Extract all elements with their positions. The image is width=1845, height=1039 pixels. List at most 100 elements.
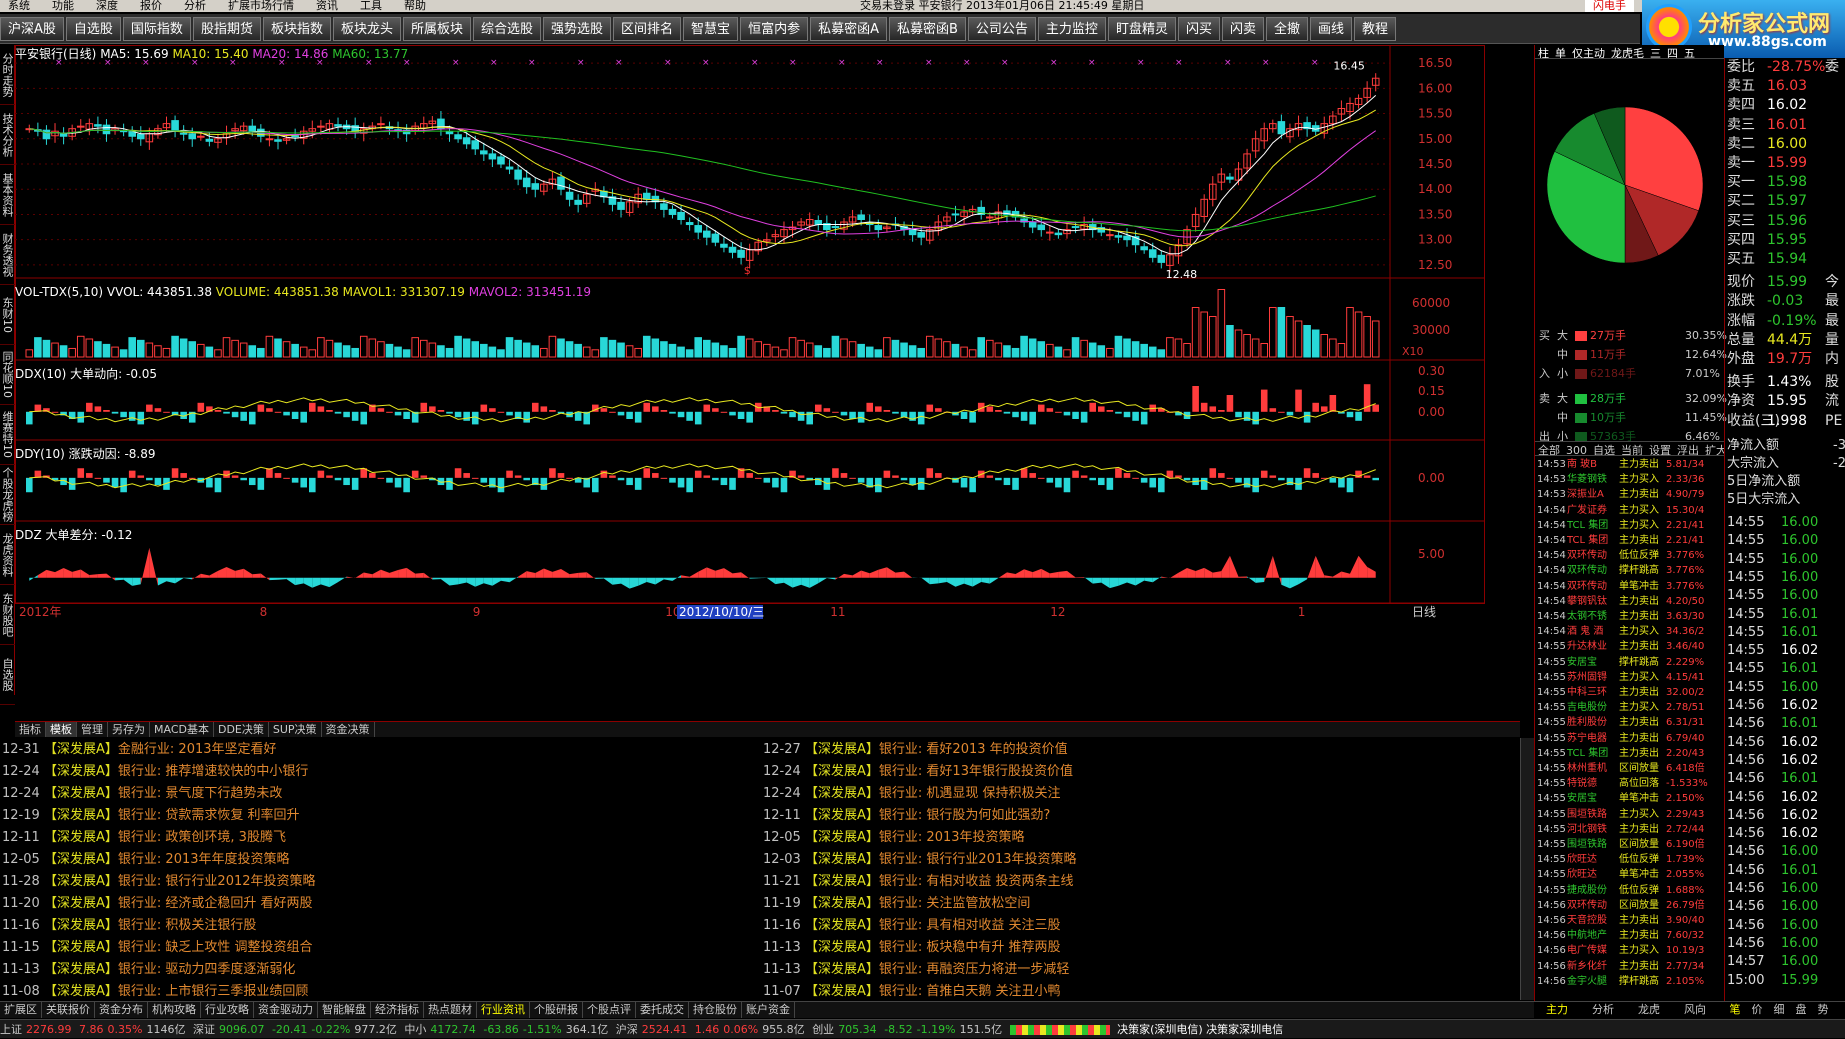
- deal-filter-tab[interactable]: 全部: [1538, 444, 1560, 456]
- flow-tab[interactable]: 龙虎毛: [1611, 47, 1644, 59]
- menu-item[interactable]: 功能: [52, 0, 74, 12]
- news-item[interactable]: 12-11【深发展A】银行业: 银行股为何如此强劲?: [763, 805, 1050, 827]
- news-item[interactable]: 12-31【深发展A】金融行业: 2013年坚定看好: [2, 739, 277, 761]
- deal-row[interactable]: 14:53深振业A主力卖出4.90/79: [1535, 487, 1725, 502]
- deal-stock[interactable]: 中科三环: [1567, 685, 1607, 700]
- left-tab[interactable]: 分时走势: [0, 45, 15, 105]
- menu-item[interactable]: 资讯: [316, 0, 338, 12]
- news-item[interactable]: 11-13【深发展A】银行业: 板块稳中有升 推荐两股: [763, 937, 1061, 959]
- indicator-tab[interactable]: DDE决策: [214, 722, 269, 737]
- news-headline[interactable]: 银行业: 银行股为何如此强劲?: [879, 808, 1050, 823]
- deal-row[interactable]: 14:56电广传媒主力买入10.19/3: [1535, 943, 1725, 958]
- bottom-tab[interactable]: 个股研报: [530, 1002, 583, 1018]
- news-headline[interactable]: 银行业: 看好13年银行股投资价值: [879, 764, 1073, 779]
- left-tab[interactable]: 东财股吧: [0, 585, 15, 645]
- deal-stock[interactable]: 胜利股份: [1567, 715, 1607, 730]
- toolbar-button[interactable]: 板块龙头: [333, 17, 401, 41]
- left-tab[interactable]: 同花顺10: [0, 345, 15, 405]
- indicator-tab[interactable]: 资金决策: [322, 722, 375, 737]
- flow-tab[interactable]: 柱: [1538, 47, 1549, 59]
- deal-row[interactable]: 14:56天音控股主力卖出3.90/40: [1535, 913, 1725, 928]
- news-headline[interactable]: 银行业: 贷款需求恢复 利率回升: [118, 808, 300, 823]
- left-tab[interactable]: 自选股: [0, 645, 15, 705]
- deal-row[interactable]: 14:56新乡化纤主力卖出2.77/34: [1535, 959, 1725, 974]
- deal-row[interactable]: 14:53南 玻B主力卖出5.81/34: [1535, 457, 1725, 472]
- indicator-tab[interactable]: MACD基本: [150, 722, 214, 737]
- news-headline[interactable]: 银行业: 景气度下行趋势未改: [118, 786, 283, 801]
- deal-row[interactable]: 14:55苏州固锝主力买入4.15/41: [1535, 670, 1725, 685]
- news-headline[interactable]: 银行业: 银行行业2013年投资策略: [879, 852, 1077, 867]
- toolbar-button[interactable]: 智慧宝: [683, 17, 738, 41]
- news-item[interactable]: 12-05【深发展A】银行业: 2013年投资策略: [763, 827, 1025, 849]
- deal-stock[interactable]: 电广传媒: [1567, 943, 1607, 958]
- bottom-tab[interactable]: 账户资金: [742, 1002, 795, 1018]
- news-headline[interactable]: 银行业: 上市银行三季报业绩回顾: [118, 984, 309, 999]
- news-headline[interactable]: 银行业: 2013年年度投资策略: [118, 852, 290, 867]
- news-item[interactable]: 12-24【深发展A】银行业: 景气度下行趋势未改: [2, 783, 282, 805]
- news-headline[interactable]: 银行业: 首推白天鹅 关注丑小鸭: [879, 984, 1061, 999]
- flow-tab[interactable]: 五: [1684, 47, 1695, 59]
- deal-row[interactable]: 14:55中科三环主力卖出32.00/2: [1535, 685, 1725, 700]
- flow-panel-tab[interactable]: 主力: [1534, 1002, 1580, 1018]
- deal-filter-tab[interactable]: 扩大: [1705, 444, 1725, 456]
- toolbar-button[interactable]: 私募密函B: [889, 17, 966, 41]
- news-item[interactable]: 11-13【深发展A】银行业: 驱动力四季度逐渐弱化: [2, 959, 295, 981]
- left-tab[interactable]: 维赛特10: [0, 405, 15, 465]
- toolbar-button[interactable]: 板块指数: [263, 17, 331, 41]
- indicator-tab[interactable]: 管理: [77, 722, 108, 737]
- news-headline[interactable]: 银行业: 政策创环境, 3股腾飞: [118, 830, 286, 845]
- deal-stock[interactable]: 新乡化纤: [1567, 959, 1607, 974]
- news-headline[interactable]: 银行业: 银行行业2012年投资策略: [118, 874, 316, 889]
- quote-bottom-tab[interactable]: 细: [1768, 1002, 1790, 1018]
- deal-stock[interactable]: 围垣铁路: [1567, 837, 1607, 852]
- deal-row[interactable]: 14:56中航地产主力卖出7.60/32: [1535, 928, 1725, 943]
- toolbar-button[interactable]: 沪深A股: [0, 17, 64, 41]
- flow-panel-tab[interactable]: 分析: [1580, 1002, 1626, 1018]
- news-item[interactable]: 11-16【深发展A】银行业: 具有相对收益 关注三股: [763, 915, 1061, 937]
- bottom-tab[interactable]: 经济指标: [371, 1002, 424, 1018]
- quote-bottom-tab[interactable]: 价: [1746, 1002, 1768, 1018]
- deal-row[interactable]: 14:54太钢不锈主力卖出3.63/30: [1535, 609, 1725, 624]
- deal-stock[interactable]: 南 玻B: [1567, 457, 1597, 472]
- menu-item[interactable]: 扩展市场行情: [228, 0, 294, 12]
- toolbar-button[interactable]: 画线: [1310, 17, 1352, 41]
- news-item[interactable]: 11-15【深发展A】银行业: 缺乏上攻性 调整投资组合: [2, 937, 313, 959]
- deal-row[interactable]: 14:55苏宁电器主力卖出6.79/40: [1535, 731, 1725, 746]
- deal-row[interactable]: 14:55特锐德高位回落-1.533%: [1535, 776, 1725, 791]
- deal-row[interactable]: 14:55吉电股份主力买入2.78/51: [1535, 700, 1725, 715]
- deal-row[interactable]: 14:54攀钢钒钛主力卖出4.20/50: [1535, 594, 1725, 609]
- deal-stock[interactable]: 金宇火腿: [1567, 974, 1607, 989]
- bottom-tab[interactable]: 行业资讯: [477, 1002, 530, 1018]
- toolbar-button[interactable]: 区间排名: [613, 17, 681, 41]
- deal-stock[interactable]: 捷成股份: [1567, 883, 1607, 898]
- deal-stock[interactable]: 酒 鬼 酒: [1567, 624, 1603, 639]
- bottom-tab[interactable]: 智能解盘: [318, 1002, 371, 1018]
- deal-filter-tab[interactable]: 设置: [1649, 444, 1671, 456]
- menu-item[interactable]: 分析: [184, 0, 206, 12]
- deal-stock[interactable]: 欣旺达: [1567, 867, 1597, 882]
- bottom-tab[interactable]: 热点题材: [424, 1002, 477, 1018]
- flow-tab[interactable]: 三: [1650, 47, 1661, 59]
- news-item[interactable]: 11-13【深发展A】银行业: 再融资压力将进一步减轻: [763, 959, 1069, 981]
- bottom-tab[interactable]: 个股点评: [583, 1002, 636, 1018]
- deal-row[interactable]: 14:56金宇火腿撑杆跳高2.105%: [1535, 974, 1725, 989]
- bottom-tab[interactable]: 机构攻略: [148, 1002, 201, 1018]
- flow-panel-tab[interactable]: 龙虎: [1626, 1002, 1672, 1018]
- left-tab[interactable]: 技术分析: [0, 105, 15, 165]
- deal-filter-tab[interactable]: 当前: [1621, 444, 1643, 456]
- deal-stock[interactable]: 双环传动: [1567, 548, 1607, 563]
- news-item[interactable]: 12-24【深发展A】银行业: 推荐增速较快的中小银行: [2, 761, 308, 783]
- deal-filter-tab[interactable]: 自选: [1593, 444, 1615, 456]
- deal-row[interactable]: 14:54双环传动低位反弹3.776%: [1535, 548, 1725, 563]
- flow-panel-tab[interactable]: 风向: [1672, 1002, 1718, 1018]
- toolbar-button[interactable]: 综合选股: [473, 17, 541, 41]
- news-headline[interactable]: 金融行业: 2013年坚定看好: [118, 742, 277, 757]
- left-tab[interactable]: 基本资料: [0, 165, 15, 225]
- deal-row[interactable]: 14:55安居宝撑杆跳高2.229%: [1535, 655, 1725, 670]
- bottom-tab[interactable]: 资金驱动力: [254, 1002, 318, 1018]
- news-headline[interactable]: 银行业: 有相对收益 投资两条主线: [879, 874, 1074, 889]
- deal-stock[interactable]: 苏宁电器: [1567, 731, 1607, 746]
- news-headline[interactable]: 银行业: 经济或企稳回升 看好两股: [118, 896, 313, 911]
- toolbar-button[interactable]: 闪卖: [1222, 17, 1264, 41]
- toolbar-button[interactable]: 盯盘精灵: [1108, 17, 1176, 41]
